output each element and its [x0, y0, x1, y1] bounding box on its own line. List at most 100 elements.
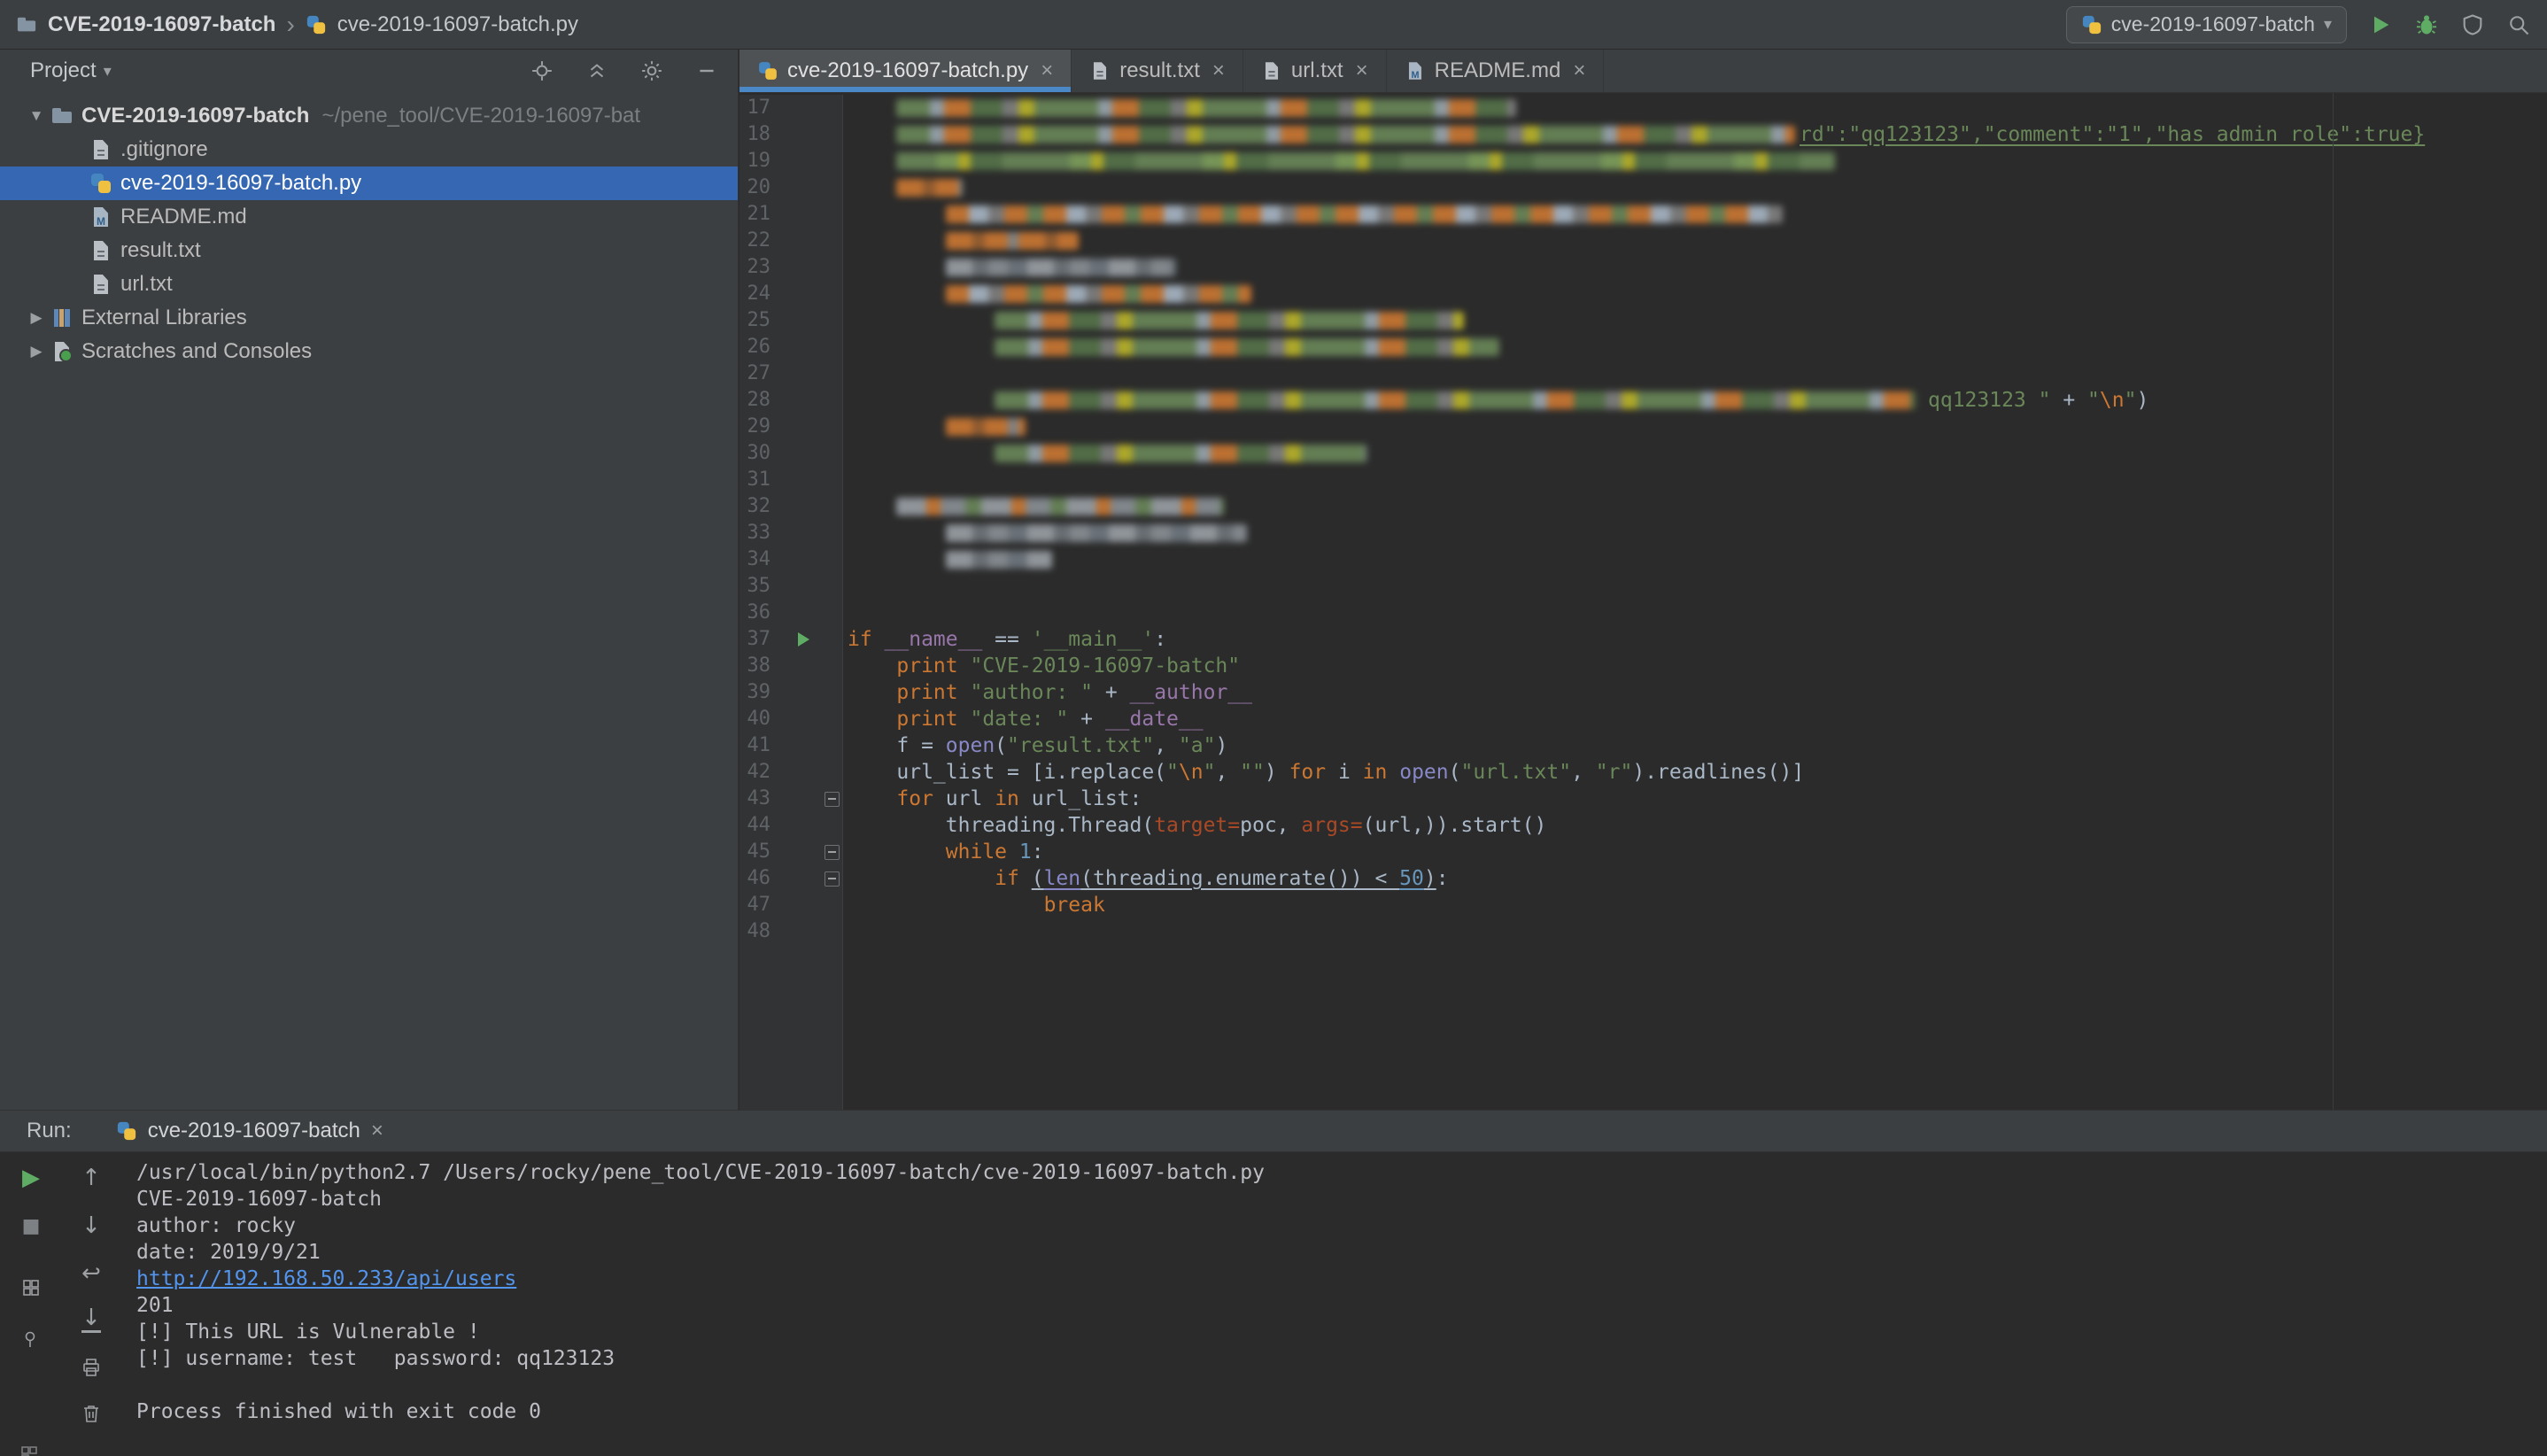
gutter: 18 — [739, 121, 843, 148]
fold-icon[interactable] — [824, 845, 840, 860]
code-token: if — [848, 628, 885, 651]
tab-readme-md[interactable]: README.md× — [1387, 50, 1605, 92]
stop-button[interactable]: ■ — [18, 1212, 44, 1239]
editor-line: 48 — [739, 918, 2547, 945]
grid-icon — [20, 1277, 42, 1298]
redacted-code — [896, 498, 1224, 515]
code-text: f = open("result.txt", "a") — [843, 732, 2547, 759]
code-filler — [843, 945, 2547, 1110]
tab-label: url.txt — [1291, 58, 1343, 83]
fold-icon[interactable] — [824, 871, 840, 887]
tree-item-readme-md[interactable]: README.md — [0, 200, 738, 234]
code-text — [843, 360, 2547, 387]
close-icon[interactable]: × — [1356, 60, 1368, 81]
soft-wrap-icon: ↩ — [81, 1260, 101, 1287]
code-text — [843, 95, 2547, 121]
editor-line: 46 if (len(threading.enumerate()) < 50): — [739, 865, 2547, 892]
gutter: 38 — [739, 653, 843, 679]
gutter: 43 — [739, 786, 843, 812]
restore-layout-button[interactable] — [18, 1274, 44, 1301]
breadcrumb: CVE-2019-16097-batch › cve-2019-16097-ba… — [16, 12, 578, 37]
soft-wrap-button[interactable]: ↩ — [78, 1260, 105, 1287]
close-icon[interactable]: × — [1573, 60, 1585, 81]
code-token: print — [896, 654, 970, 678]
code-token: open — [946, 734, 995, 757]
line-number: 40 — [747, 706, 771, 732]
editor-line: 26 — [739, 334, 2547, 360]
console-link[interactable]: http://192.168.50.233/api/users — [136, 1266, 2533, 1292]
debug-button[interactable] — [2414, 12, 2439, 37]
scroll-to-end-button[interactable]: ↓ — [78, 1306, 105, 1333]
clear-console-button[interactable] — [78, 1400, 105, 1427]
gutter: 27 — [739, 360, 843, 387]
rerun-button[interactable]: ▶ — [18, 1165, 44, 1191]
editor-tabs: cve-2019-16097-batch.py×result.txt×url.t… — [739, 50, 2547, 93]
fold-icon[interactable] — [824, 792, 840, 807]
navigation-bar: CVE-2019-16097-batch › cve-2019-16097-ba… — [0, 0, 2547, 50]
code-token: , — [1571, 761, 1596, 784]
run-tab[interactable]: cve-2019-16097-batch × — [116, 1119, 383, 1143]
editor-line: 31 — [739, 467, 2547, 493]
locate-file-button[interactable] — [530, 59, 554, 82]
gutter: 45 — [739, 839, 843, 865]
tree-item-url-txt[interactable]: url.txt — [0, 267, 738, 301]
close-icon[interactable]: × — [371, 1120, 383, 1142]
tab-result-txt[interactable]: result.txt× — [1072, 50, 1243, 92]
run-line-icon[interactable] — [798, 632, 809, 647]
python-icon — [758, 61, 778, 81]
line-number: 17 — [747, 95, 771, 121]
tree-item-cve-2019-16097-batch[interactable]: ▼CVE-2019-16097-batch~/pene_tool/CVE-201… — [0, 99, 738, 133]
code-token: "url.txt" — [1460, 761, 1571, 784]
line-number: 39 — [747, 679, 771, 706]
panel-settings-button[interactable] — [640, 59, 663, 82]
line-number: 34 — [747, 546, 771, 573]
editor-line: 43 for url in url_list: — [739, 786, 2547, 812]
tree-item-result-txt[interactable]: result.txt — [0, 234, 738, 267]
chevron-right-icon: › — [286, 12, 294, 37]
code-token: ( — [995, 734, 1007, 757]
run-button[interactable] — [2368, 12, 2393, 37]
breadcrumb-file[interactable]: cve-2019-16097-batch.py — [337, 12, 578, 37]
chevron-down-icon: ▾ — [2324, 15, 2332, 34]
code-token: " — [2087, 389, 2100, 412]
down-stack-button[interactable]: ↓ — [78, 1212, 105, 1239]
run-config-selector[interactable]: cve-2019-16097-batch ▾ — [2066, 6, 2347, 43]
code-text: threading.Thread(target=poc, args=(url,)… — [843, 812, 2547, 839]
console-line: CVE-2019-16097-batch — [136, 1186, 2533, 1212]
chevron-down-icon[interactable]: ▾ — [104, 62, 112, 81]
hide-panel-button[interactable] — [695, 59, 718, 82]
code-token: "a" — [1179, 734, 1216, 757]
run-panel-title: Run: — [27, 1119, 72, 1143]
project-panel-title[interactable]: Project — [30, 58, 97, 83]
editor-line: 38 print "CVE-2019-16097-batch" — [739, 653, 2547, 679]
code-text: print "author: " + __author__ — [843, 679, 2547, 706]
up-stack-button[interactable]: ↑ — [78, 1165, 105, 1191]
line-number: 24 — [747, 281, 771, 307]
tab-url-txt[interactable]: url.txt × — [1243, 50, 1387, 92]
tree-item-cve-2019-16097-batch-py[interactable]: cve-2019-16097-batch.py — [0, 167, 738, 200]
tree-item-external-libraries[interactable]: ▶External Libraries — [0, 301, 738, 335]
collapse-all-button[interactable] — [585, 59, 608, 82]
coverage-button[interactable] — [2460, 12, 2485, 37]
tree-item-scratches-and-consoles[interactable]: ▶Scratches and Consoles — [0, 335, 738, 368]
line-number: 26 — [747, 334, 771, 360]
tree-toggle-icon[interactable]: ▶ — [21, 343, 51, 360]
line-number: 35 — [747, 573, 771, 600]
tree-item-gitignore[interactable]: .gitignore — [0, 133, 738, 167]
pin-tab-button[interactable] — [18, 1326, 44, 1352]
tab-cve-2019-16097-batch-py[interactable]: cve-2019-16097-batch.py× — [739, 50, 1072, 92]
code-token: : — [1154, 628, 1166, 651]
line-number: 28 — [747, 387, 771, 414]
project-panel: Project ▾ ▼CVE-2019-16097-batch~/pene_to… — [0, 50, 739, 1110]
window-grid-icon[interactable] — [16, 1441, 43, 1456]
close-icon[interactable]: × — [1041, 60, 1053, 81]
code-token: 1 — [1019, 840, 1032, 864]
editor[interactable]: 1718rd":"qq123123","comment":"1","has_ad… — [739, 93, 2547, 1110]
tree-toggle-icon[interactable]: ▶ — [21, 309, 51, 327]
code-text — [843, 573, 2547, 600]
breadcrumb-project[interactable]: CVE-2019-16097-batch — [48, 12, 275, 37]
tree-toggle-icon[interactable]: ▼ — [21, 107, 51, 125]
search-everywhere-button[interactable] — [2506, 12, 2531, 37]
print-button[interactable] — [78, 1354, 105, 1381]
close-icon[interactable]: × — [1212, 60, 1225, 81]
